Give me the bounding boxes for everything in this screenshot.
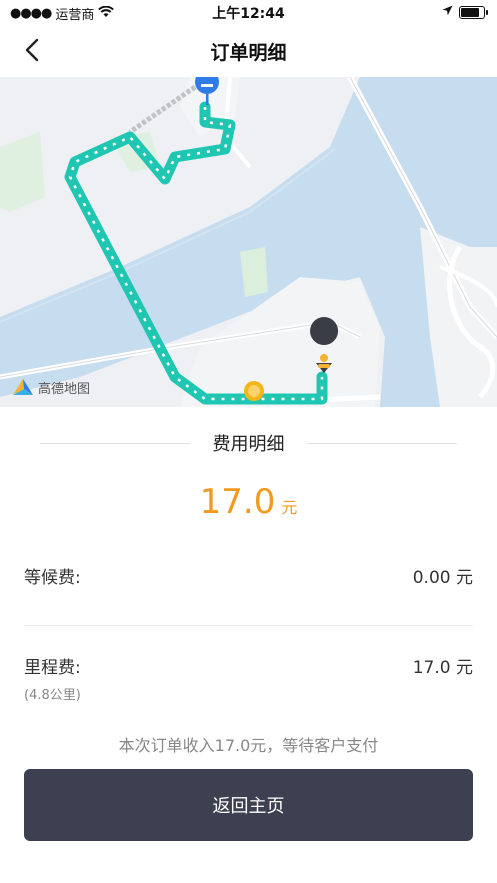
- fee-detail-header: 费用明细: [0, 428, 497, 458]
- total-amount: 17.0: [199, 482, 276, 522]
- waiting-fee-label: 等候费:: [24, 568, 81, 588]
- fee-divider: [24, 625, 473, 626]
- amap-logo-icon: [12, 377, 34, 397]
- mileage-fee-value: 17.0 元: [412, 658, 473, 678]
- total-fee: 17.0 元: [0, 482, 497, 522]
- route-map[interactable]: 高德地图: [0, 77, 497, 407]
- map-canvas: [0, 77, 497, 407]
- battery-icon: [459, 6, 488, 19]
- income-note: 本次订单收入17.0元，等待客户支付: [118, 736, 379, 755]
- title-divider-left: [40, 443, 190, 444]
- poi-sun-icon: [244, 381, 264, 401]
- page-title: 订单明细: [210, 42, 287, 64]
- mileage-distance-note: (4.8公里): [24, 688, 81, 703]
- location-arrow-icon: [442, 5, 453, 20]
- map-provider-name: 高德地图: [38, 381, 91, 397]
- status-bar: ●●●● 运营商 上午12:44: [0, 0, 497, 26]
- return-home-button[interactable]: 返回主页: [24, 769, 473, 841]
- fee-detail-title: 费用明细: [198, 430, 299, 456]
- total-unit: 元: [281, 498, 298, 517]
- mileage-fee-label: 里程费:: [24, 658, 81, 678]
- waiting-fee-value: 0.00 元: [412, 568, 473, 588]
- nav-bar: 订单明细: [0, 26, 497, 76]
- title-divider-right: [307, 443, 457, 444]
- map-provider-logo: 高德地图: [12, 377, 90, 397]
- status-time: 上午12:44: [212, 6, 285, 22]
- status-right: [442, 5, 488, 20]
